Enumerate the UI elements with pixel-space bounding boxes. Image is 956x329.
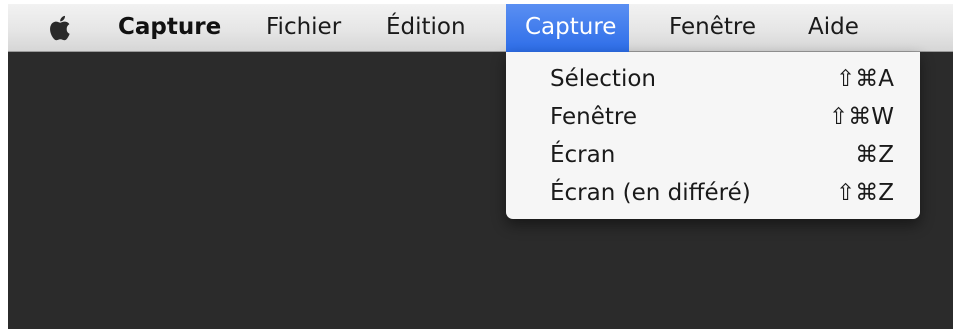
menu-item-selection[interactable]: Sélection ⇧⌘A xyxy=(506,60,920,98)
menu-item-label: Écran xyxy=(550,142,616,168)
menu-item-label: Écran (en différé) xyxy=(550,180,751,206)
menu-item-shortcut: ⇧⌘Z xyxy=(835,180,894,206)
menu-fichier[interactable]: Fichier xyxy=(266,4,341,52)
menu-item-shortcut: ⌘Z xyxy=(855,142,894,168)
menu-item-ecran-differe[interactable]: Écran (en différé) ⇧⌘Z xyxy=(506,174,920,212)
menu-capture-active[interactable]: Capture xyxy=(506,4,630,52)
menu-item-shortcut: ⇧⌘W xyxy=(828,104,894,130)
menu-item-label: Fenêtre xyxy=(550,104,637,130)
menu-bar: Capture Fichier Édition Capture Fenêtre … xyxy=(8,4,953,52)
menu-aide[interactable]: Aide xyxy=(808,4,859,52)
apple-logo-icon[interactable] xyxy=(48,13,76,43)
menu-item-fenetre[interactable]: Fenêtre ⇧⌘W xyxy=(506,98,920,136)
menu-item-shortcut: ⇧⌘A xyxy=(835,66,894,92)
screen-desktop: Capture Fichier Édition Capture Fenêtre … xyxy=(8,4,953,329)
menu-item-label: Sélection xyxy=(550,66,656,92)
menu-fenetre[interactable]: Fenêtre xyxy=(669,4,756,52)
menu-app-name[interactable]: Capture xyxy=(118,4,221,52)
capture-dropdown-menu: Sélection ⇧⌘A Fenêtre ⇧⌘W Écran ⌘Z Écran… xyxy=(506,52,920,219)
menu-item-ecran[interactable]: Écran ⌘Z xyxy=(506,136,920,174)
menu-edition[interactable]: Édition xyxy=(386,4,466,52)
